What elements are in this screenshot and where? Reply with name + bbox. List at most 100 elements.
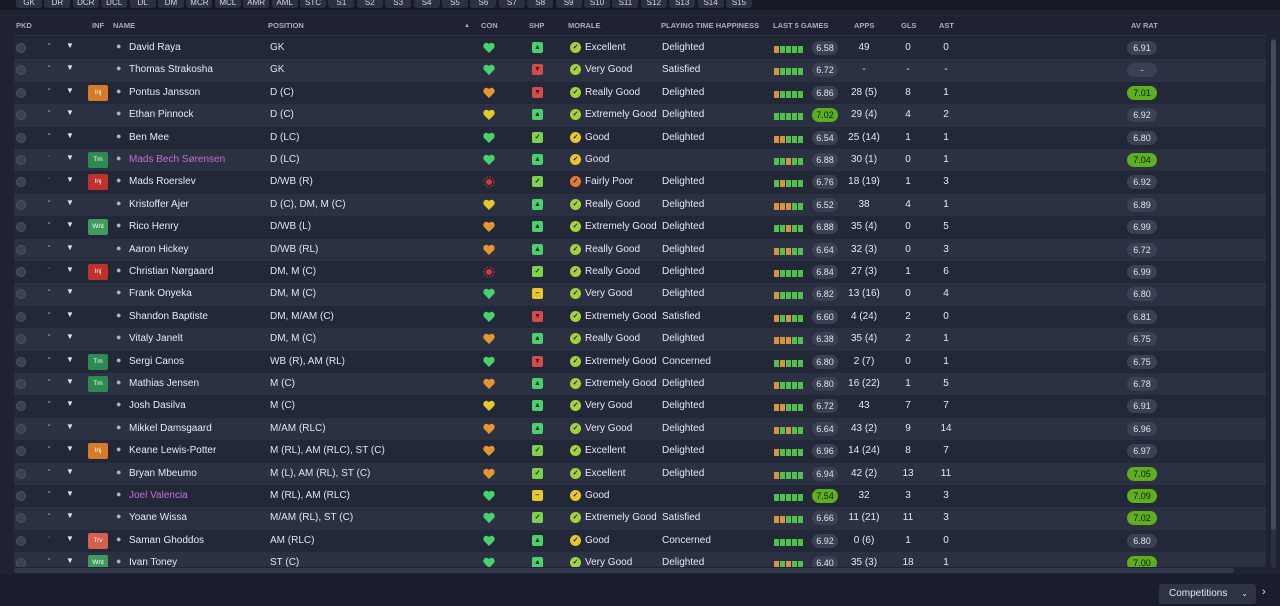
selection-status[interactable]: - xyxy=(44,397,54,408)
player-name[interactable]: Kristoffer Ajer xyxy=(129,199,189,210)
chevron-down-icon[interactable]: ▼ xyxy=(66,243,74,252)
pkd-checkbox[interactable] xyxy=(16,379,26,389)
chevron-down-icon[interactable]: ▼ xyxy=(66,489,74,498)
player-name[interactable]: Thomas Strakosha xyxy=(129,64,213,75)
pkd-checkbox[interactable] xyxy=(16,491,26,501)
pkd-checkbox[interactable] xyxy=(16,199,26,210)
chevron-down-icon[interactable]: ▼ xyxy=(66,511,74,520)
horizontal-scrollbar[interactable] xyxy=(14,568,1234,573)
chevron-down-icon[interactable]: ▼ xyxy=(66,287,74,296)
selection-status[interactable]: - xyxy=(44,39,54,50)
chevron-right-icon[interactable]: › xyxy=(1262,586,1266,598)
pkd-checkbox[interactable] xyxy=(16,155,26,165)
tab-s15[interactable]: S15 xyxy=(726,0,752,8)
info-badge[interactable]: Tm xyxy=(88,376,108,392)
selection-status[interactable]: - xyxy=(44,308,54,319)
player-row[interactable]: - ▼ ● Bryan Mbeumo M (L), AM (RL), ST (C) ✓ ✓ E… xyxy=(14,462,1266,485)
selection-status[interactable]: - xyxy=(44,442,54,453)
player-name[interactable]: Frank Onyeka xyxy=(129,288,192,299)
player-row[interactable]: - ▼ ● David Raya GK ▲ ✓ Excellent Delighted 6.58 4… xyxy=(14,37,1266,60)
pkd-checkbox[interactable] xyxy=(16,87,26,98)
chevron-down-icon[interactable]: ▼ xyxy=(66,153,74,162)
player-name[interactable]: Josh Dasilva xyxy=(129,400,186,411)
tab-mcr[interactable]: MCR xyxy=(186,0,213,8)
chevron-down-icon[interactable]: ▼ xyxy=(66,332,74,341)
header-pkd[interactable]: PKD xyxy=(16,16,32,36)
info-badge[interactable]: Tm xyxy=(88,353,108,370)
info-badge[interactable]: Inj xyxy=(88,174,108,191)
pkd-checkbox[interactable] xyxy=(16,177,26,188)
tab-mcl[interactable]: MCL xyxy=(214,0,241,8)
pkd-checkbox[interactable] xyxy=(16,289,26,300)
selection-status[interactable]: - xyxy=(44,196,54,207)
chevron-down-icon[interactable]: ▼ xyxy=(66,198,74,207)
pkd-checkbox[interactable] xyxy=(16,558,26,567)
player-name[interactable]: Ben Mee xyxy=(129,132,169,143)
player-name[interactable]: Sergi Canos xyxy=(129,356,184,367)
competitions-dropdown[interactable]: Competitions ⌄ xyxy=(1159,584,1256,604)
chevron-down-icon[interactable]: ▼ xyxy=(66,108,74,117)
player-name[interactable]: Joel Valencia xyxy=(129,490,188,501)
chevron-down-icon[interactable]: ▼ xyxy=(66,265,74,274)
info-badge[interactable]: Tm xyxy=(88,152,108,168)
player-name[interactable]: David Raya xyxy=(129,42,181,53)
info-badge[interactable]: Inj xyxy=(88,443,108,460)
info-badge[interactable]: Wnt xyxy=(88,555,108,567)
chevron-down-icon[interactable]: ▼ xyxy=(66,63,74,72)
player-row[interactable]: - ▼ Tm ● Sergi Canos WB (R), AM (RL) ▼ ✓ Extreme… xyxy=(14,350,1266,373)
player-name[interactable]: Mads Bech Sørensen xyxy=(129,154,225,165)
player-row[interactable]: - ▼ ● Yoane Wissa M/AM (RL), ST (C) ✓ ✓ Extreme… xyxy=(14,507,1266,530)
sort-ascending-icon[interactable]: ▲ xyxy=(464,16,470,36)
player-row[interactable]: - ▼ ● Vitaly Janelt DM, M (C) ▲ ✓ Really Good De… xyxy=(14,328,1266,351)
player-row[interactable]: - ▼ Inj ● Christian Nørgaard DM, M (C) ✓ ✓ Reall… xyxy=(14,261,1266,284)
chevron-down-icon[interactable]: ▼ xyxy=(66,86,74,95)
tab-s7[interactable]: S7 xyxy=(498,0,525,8)
tab-dcl[interactable]: DCL xyxy=(101,0,128,8)
tab-s4[interactable]: S4 xyxy=(413,0,440,8)
tab-s6[interactable]: S6 xyxy=(470,0,497,8)
selection-status[interactable]: - xyxy=(44,263,54,274)
player-name[interactable]: Mads Roerslev xyxy=(129,176,196,187)
selection-status[interactable]: - xyxy=(44,173,54,184)
player-name[interactable]: Vitaly Janelt xyxy=(129,333,183,344)
info-badge[interactable]: Trv xyxy=(88,532,108,549)
info-badge[interactable]: Inj xyxy=(88,84,108,101)
chevron-down-icon[interactable]: ▼ xyxy=(66,355,74,364)
chevron-down-icon[interactable]: ▼ xyxy=(66,422,74,431)
tab-s3[interactable]: S3 xyxy=(385,0,412,8)
tab-amr[interactable]: AMR xyxy=(243,0,270,8)
tab-s14[interactable]: S14 xyxy=(697,0,724,8)
player-row[interactable]: - ▼ ● Joel Valencia M (RL), AM (RLC) – ✓ Good 7.… xyxy=(14,485,1266,508)
pkd-checkbox[interactable] xyxy=(16,132,26,143)
tab-s13[interactable]: S13 xyxy=(669,0,696,8)
selection-status[interactable]: - xyxy=(44,420,54,431)
pkd-checkbox[interactable] xyxy=(16,110,26,121)
tab-s1[interactable]: S1 xyxy=(328,0,355,8)
selection-status[interactable]: - xyxy=(44,353,54,364)
chevron-down-icon[interactable]: ▼ xyxy=(66,41,74,50)
selection-status[interactable]: - xyxy=(44,532,54,543)
chevron-down-icon[interactable]: ▼ xyxy=(66,556,74,565)
selection-status[interactable]: - xyxy=(44,106,54,117)
chevron-down-icon[interactable]: ▼ xyxy=(66,399,74,408)
player-name[interactable]: Keane Lewis-Potter xyxy=(129,445,216,456)
pkd-checkbox[interactable] xyxy=(16,468,26,479)
chevron-down-icon[interactable]: ▼ xyxy=(66,220,74,229)
player-row[interactable]: - ▼ ● Ben Mee D (LC) ✓ ✓ Good Delighted 6.54 25 (1… xyxy=(14,126,1266,149)
pkd-checkbox[interactable] xyxy=(16,401,26,412)
pkd-checkbox[interactable] xyxy=(16,244,26,255)
pkd-checkbox[interactable] xyxy=(16,446,26,457)
player-name[interactable]: Mikkel Damsgaard xyxy=(129,423,212,434)
tab-s9[interactable]: S9 xyxy=(555,0,582,8)
player-name[interactable]: Christian Nørgaard xyxy=(129,266,213,277)
player-row[interactable]: - ▼ ● Mikkel Damsgaard M/AM (RLC) ▲ ✓ Very Good… xyxy=(14,417,1266,441)
player-name[interactable]: Ethan Pinnock xyxy=(129,109,194,120)
info-badge[interactable]: Inj xyxy=(88,264,108,280)
tab-s8[interactable]: S8 xyxy=(527,0,554,8)
chevron-down-icon[interactable]: ▼ xyxy=(66,377,74,386)
player-row[interactable]: - ▼ ● Thomas Strakosha GK ▼ ✓ Very Good Satisfie… xyxy=(14,59,1266,82)
header-av-rat[interactable]: AV RAT xyxy=(1131,16,1158,36)
pkd-checkbox[interactable] xyxy=(16,65,26,76)
player-name[interactable]: Bryan Mbeumo xyxy=(129,468,197,479)
tab-dl[interactable]: DL xyxy=(129,0,156,8)
